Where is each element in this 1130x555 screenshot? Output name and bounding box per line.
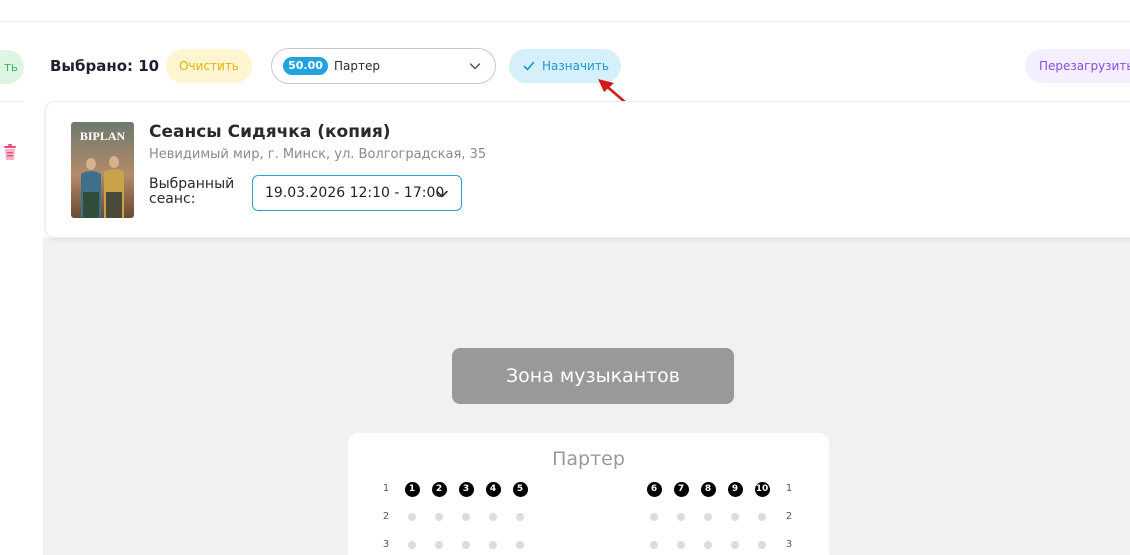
seat-available[interactable] xyxy=(489,513,497,521)
row-number-left: 2 xyxy=(382,511,390,522)
price-badge: 50.00 xyxy=(283,57,328,75)
seat-available[interactable] xyxy=(704,513,712,521)
reload-button[interactable]: Перезагрузить xyxy=(1025,49,1130,83)
section-title: Партер xyxy=(552,448,625,470)
session-select[interactable]: 19.03.2026 12:10 - 17:00 xyxy=(252,175,462,211)
zone-select[interactable]: 50.00 Партер xyxy=(271,48,496,84)
seat-available[interactable] xyxy=(650,513,658,521)
seat-available[interactable] xyxy=(435,541,443,549)
check-icon xyxy=(523,61,535,71)
seat-available[interactable] xyxy=(704,541,712,549)
seat-available[interactable] xyxy=(677,513,685,521)
seat-selected[interactable]: 3 xyxy=(458,481,474,497)
seat-selected[interactable]: 1 xyxy=(404,481,420,497)
seat-selected[interactable]: 4 xyxy=(485,481,501,497)
seat-selected[interactable]: 10 xyxy=(754,481,770,497)
seat-available[interactable] xyxy=(408,513,416,521)
seat-available[interactable] xyxy=(650,541,658,549)
seat-available[interactable] xyxy=(462,513,470,521)
seat-selected[interactable]: 8 xyxy=(700,481,716,497)
event-poster: BIPLAN xyxy=(71,122,134,218)
event-address: Невидимый мир, г. Минск, ул. Волгоградск… xyxy=(149,147,487,162)
seat-selected[interactable]: 5 xyxy=(512,481,528,497)
seating-section: Партер 1 1 1 2 3 4 5 6 7 8 9 10 2 2 3 3 xyxy=(348,433,829,555)
event-title: Сеансы Сидячка (копия) xyxy=(149,122,391,142)
seat-available[interactable] xyxy=(516,541,524,549)
row-number-right: 3 xyxy=(785,539,793,550)
row-number-right: 2 xyxy=(785,511,793,522)
row-number-left: 3 xyxy=(382,539,390,550)
seat-available[interactable] xyxy=(677,541,685,549)
seat-selected[interactable]: 7 xyxy=(673,481,689,497)
stage-zone: Зона музыкантов xyxy=(452,348,734,404)
session-label: Выбранный сеанс: xyxy=(149,176,235,207)
clear-button[interactable]: Очистить xyxy=(166,49,252,83)
seat-available[interactable] xyxy=(516,513,524,521)
chevron-down-icon xyxy=(469,63,481,70)
zone-name: Партер xyxy=(334,59,380,73)
sidebar-divider xyxy=(0,101,24,102)
row-number-left: 1 xyxy=(382,483,390,494)
session-value: 19.03.2026 12:10 - 17:00 xyxy=(265,185,445,201)
chevron-down-icon xyxy=(436,190,448,198)
seat-available[interactable] xyxy=(489,541,497,549)
seat-available[interactable] xyxy=(731,541,739,549)
seat-selected[interactable]: 2 xyxy=(431,481,447,497)
sidebar-green-button-label: ть xyxy=(3,60,18,74)
seat-available[interactable] xyxy=(462,541,470,549)
event-card: BIPLAN Сеансы Сидячка (копия) Невидимый … xyxy=(45,101,1130,238)
trash-icon[interactable] xyxy=(3,144,17,161)
seat-selected[interactable]: 9 xyxy=(727,481,743,497)
seat-available[interactable] xyxy=(435,513,443,521)
seat-selected[interactable]: 6 xyxy=(646,481,662,497)
seat-available[interactable] xyxy=(758,541,766,549)
poster-title: BIPLAN xyxy=(80,129,126,143)
seat-available[interactable] xyxy=(408,541,416,549)
seat-available[interactable] xyxy=(731,513,739,521)
selected-count: Выбрано: 10 xyxy=(50,57,160,75)
header-divider xyxy=(0,21,1130,22)
seat-available[interactable] xyxy=(758,513,766,521)
row-number-right: 1 xyxy=(785,483,793,494)
